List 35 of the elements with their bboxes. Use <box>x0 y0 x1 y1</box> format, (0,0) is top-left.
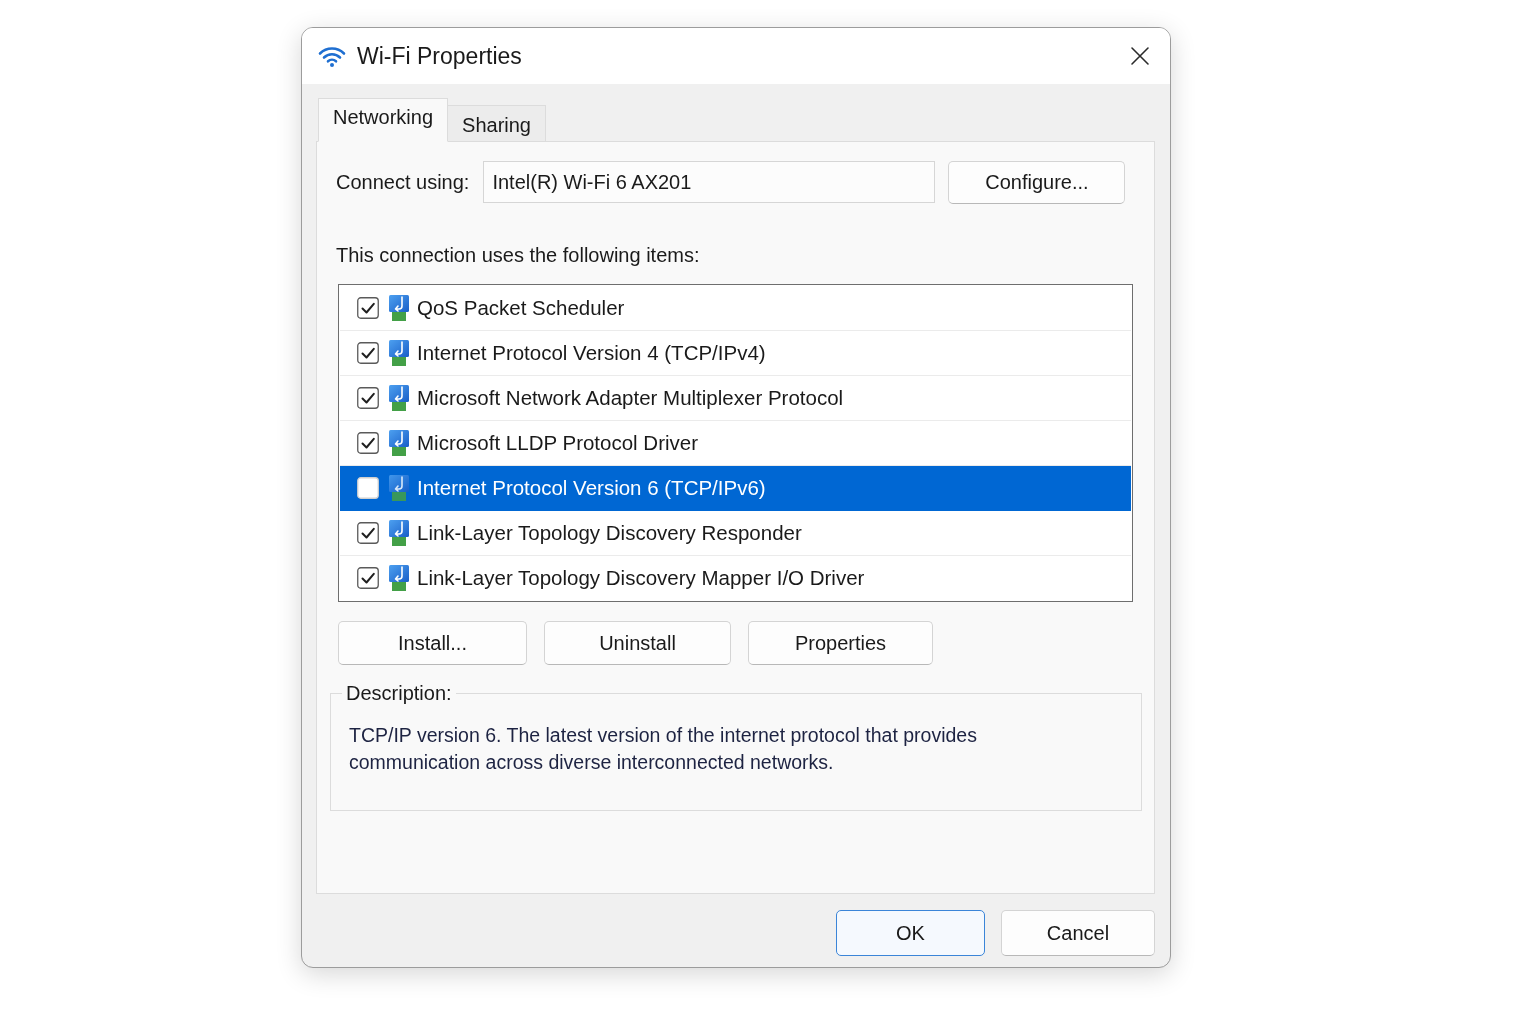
window-title: Wi-Fi Properties <box>357 42 522 70</box>
description-text: TCP/IP version 6. The latest version of the internet protocol that provides communication across diverse interconnected networks. <box>349 723 978 775</box>
list-item[interactable]: Link-Layer Topology Discovery Responder <box>340 511 1131 556</box>
network-component-icon <box>389 565 409 591</box>
adapter-field[interactable]: Intel(R) Wi-Fi 6 AX201 <box>483 161 936 203</box>
description-legend: Description: <box>342 681 456 705</box>
checkbox[interactable] <box>357 567 379 589</box>
network-component-icon <box>389 475 409 501</box>
list-item[interactable]: Internet Protocol Version 4 (TCP/IPv4) <box>340 331 1131 376</box>
tab[interactable]: Sharing <box>448 105 546 142</box>
items-heading: This connection uses the following items: <box>336 243 701 267</box>
cancel-button[interactable]: Cancel <box>1001 910 1155 956</box>
checkbox[interactable] <box>357 297 379 319</box>
list-item[interactable]: Internet Protocol Version 6 (TCP/IPv6) <box>340 466 1131 511</box>
checkbox[interactable] <box>357 522 379 544</box>
checkbox[interactable] <box>357 342 379 364</box>
list-item[interactable]: Microsoft Network Adapter Multiplexer Protocol <box>340 376 1131 421</box>
wifi-icon <box>318 45 346 67</box>
properties-button[interactable]: Properties <box>748 621 933 665</box>
network-component-icon <box>389 340 409 366</box>
configure-button[interactable]: Configure... <box>948 160 1126 204</box>
network-component-icon <box>389 430 409 456</box>
connect-using-label: Connect using: <box>336 170 470 194</box>
close-icon <box>1130 46 1150 66</box>
ok-button[interactable]: OK <box>836 910 985 956</box>
list-item[interactable]: QoS Packet Scheduler <box>340 286 1131 331</box>
uninstall-button[interactable]: Uninstall <box>544 621 731 665</box>
network-component-icon <box>389 295 409 321</box>
tab[interactable]: Networking <box>318 98 449 142</box>
checkbox[interactable] <box>357 387 379 409</box>
network-component-icon <box>389 385 409 411</box>
network-component-icon <box>389 520 409 546</box>
install-button[interactable]: Install... <box>338 621 527 665</box>
list-item[interactable]: Link-Layer Topology Discovery Mapper I/O Driver <box>340 556 1131 600</box>
checkbox[interactable] <box>357 432 379 454</box>
